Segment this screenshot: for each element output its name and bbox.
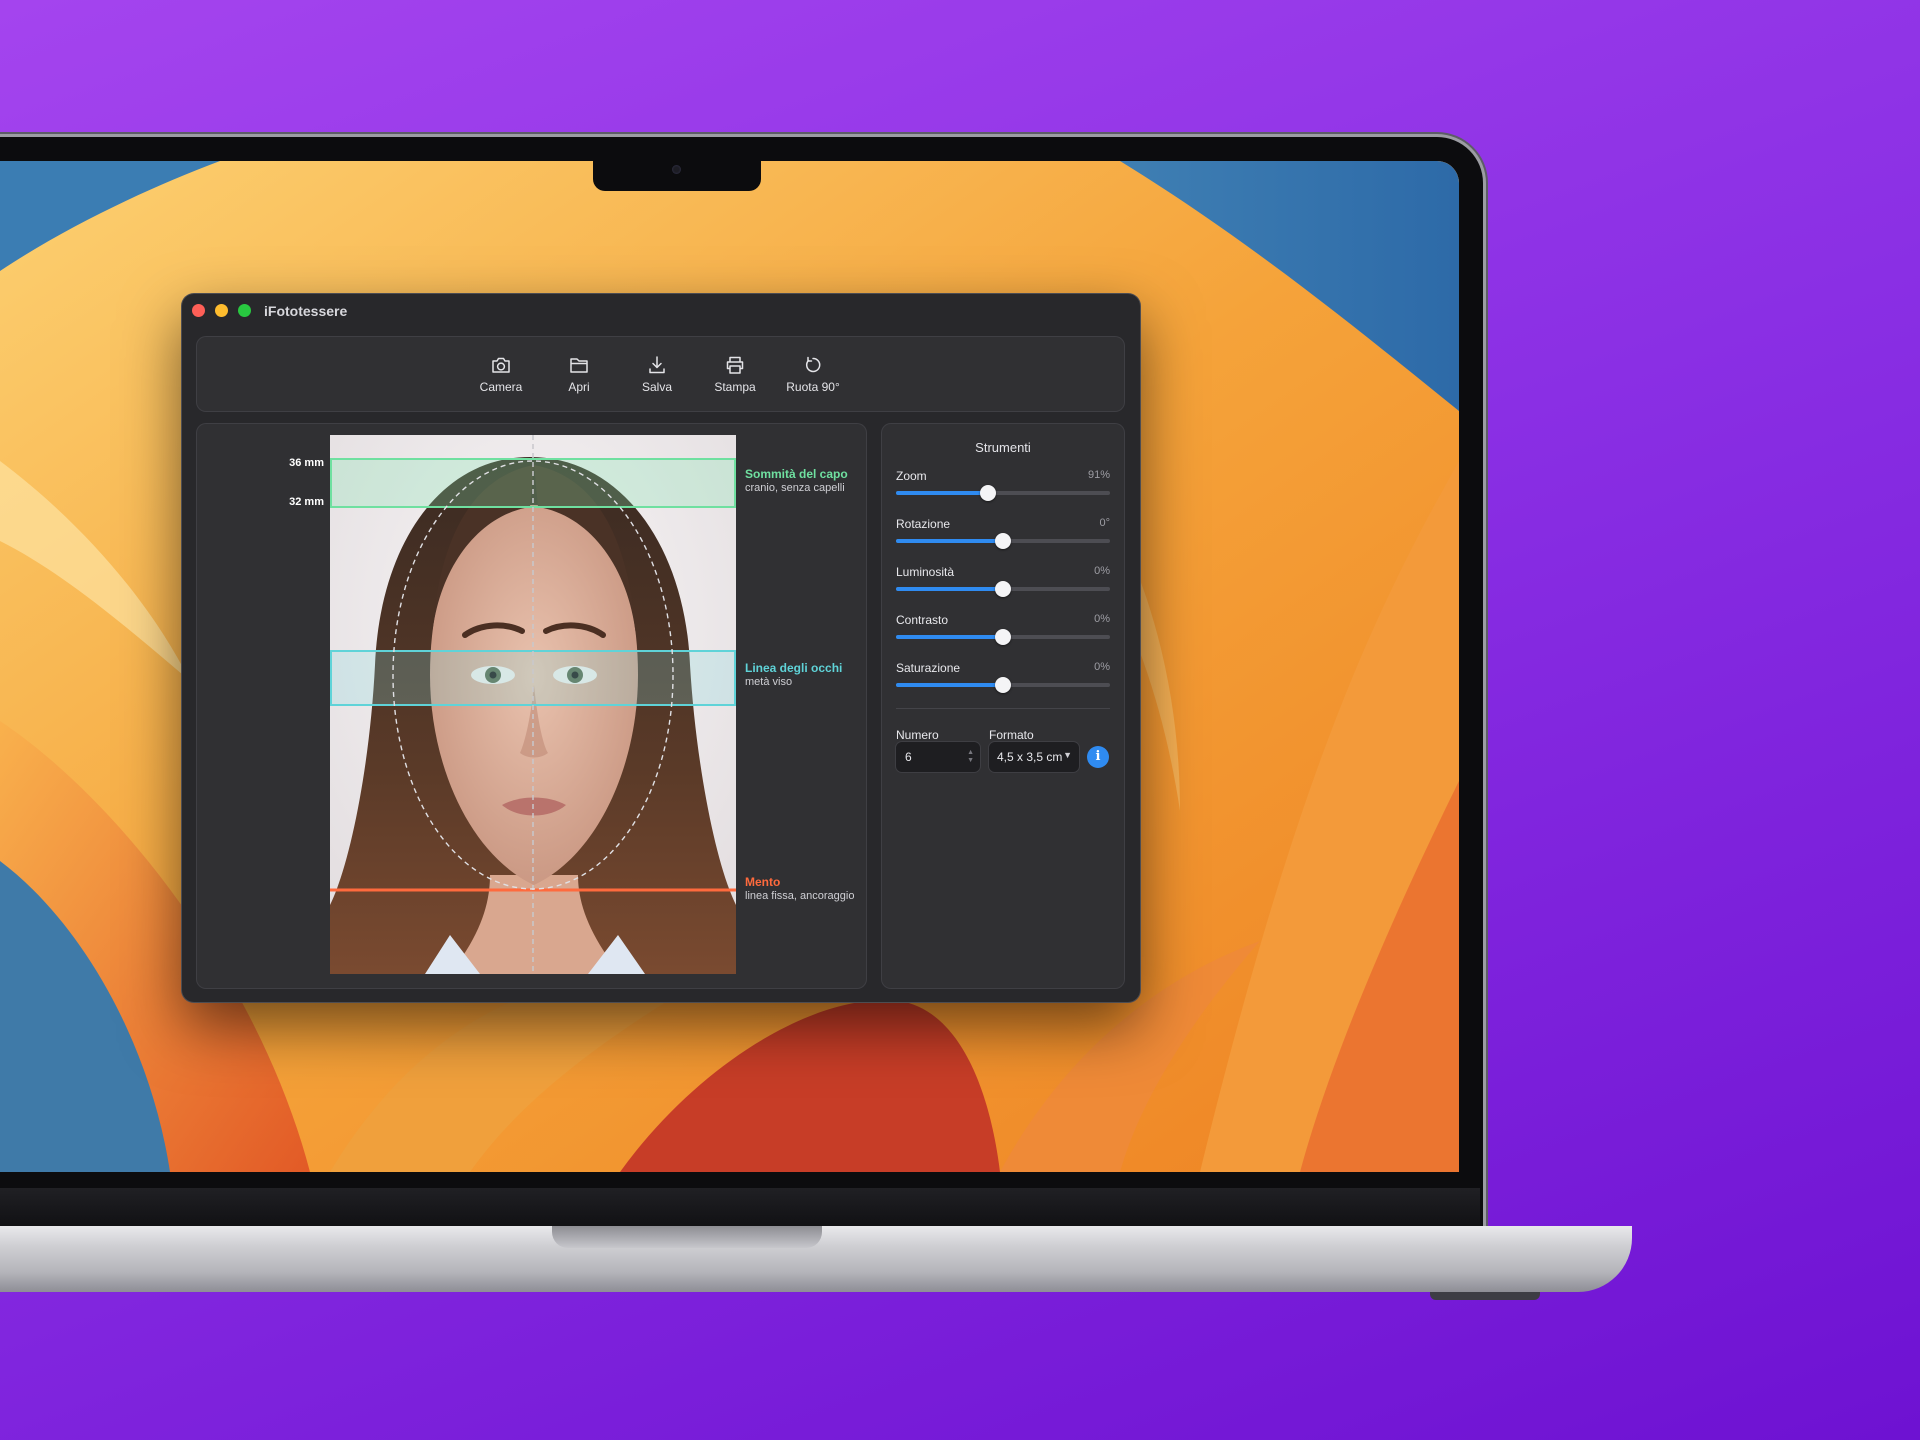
saturation-slider[interactable] [896, 677, 1110, 693]
head-top-guide-subtitle: cranio, senza capelli [745, 482, 845, 494]
open-button[interactable]: Apri [548, 355, 610, 403]
brightness-slider-row: Luminosità 0% [896, 565, 1110, 605]
brightness-slider-thumb[interactable] [995, 581, 1011, 597]
laptop-chin [0, 1188, 1480, 1226]
tools-title: Strumenti [975, 440, 1031, 455]
brightness-slider[interactable] [896, 581, 1110, 597]
zoom-slider-row: Zoom 91% [896, 469, 1110, 509]
print-button[interactable]: Stampa [704, 355, 766, 403]
eye-line-guide-subtitle: metà viso [745, 676, 793, 688]
zoom-slider-fill [896, 491, 989, 495]
zoom-slider[interactable] [896, 485, 1110, 501]
folder-icon [570, 358, 588, 373]
chevron-down-icon: ▼ [1063, 750, 1072, 760]
eye-line-guide-title: Linea degli occhi [745, 661, 843, 675]
rotation-slider-fill [896, 539, 1003, 543]
laptop-opening-notch [552, 1226, 822, 1248]
close-window-button[interactable] [192, 304, 205, 317]
toolbar: Camera Apri Salva Stampa Ruota 90° [197, 337, 1124, 411]
rotation-slider-thumb[interactable] [995, 533, 1011, 549]
save-button[interactable]: Salva [626, 355, 688, 403]
laptop-foot [1430, 1292, 1540, 1300]
measurement-overlay [330, 435, 736, 974]
rotation-slider[interactable] [896, 533, 1110, 549]
rotate-icon [805, 356, 821, 373]
saturation-slider-thumb[interactable] [995, 677, 1011, 693]
tools-panel: Strumenti Zoom 91% Rotazione 0° Luminosi… [882, 424, 1124, 988]
guides-svg [330, 435, 736, 974]
camera-icon [492, 357, 510, 373]
brightness-value: 0% [1094, 565, 1110, 577]
window-title: iFototessere [264, 303, 348, 319]
title-bar[interactable]: iFototessere [182, 294, 1140, 328]
zoom-window-button[interactable] [238, 304, 251, 317]
rotation-slider-row: Rotazione 0° [896, 517, 1110, 557]
saturation-slider-row: Saturazione 0% [896, 661, 1110, 701]
saturation-value: 0% [1094, 661, 1110, 673]
rotate-label: Ruota 90° [786, 380, 840, 394]
rotation-value: 0° [1099, 517, 1110, 529]
info-button[interactable]: i [1087, 746, 1109, 768]
download-icon [649, 356, 665, 374]
app-window: iFototessere Camera Apri Salva Stampa Ru… [182, 294, 1140, 1002]
format-label: Formato [989, 728, 1034, 742]
open-label: Apri [568, 380, 590, 394]
contrast-slider-fill [896, 635, 1003, 639]
zoom-slider-thumb[interactable] [980, 485, 997, 501]
copies-value: 6 [905, 750, 912, 764]
head-top-guide-title: Sommità del capo [745, 467, 848, 481]
format-value: 4,5 x 3,5 cm [997, 750, 1063, 764]
contrast-label: Contrasto [896, 613, 949, 627]
minimize-window-button[interactable] [215, 304, 228, 317]
zoom-label: Zoom [896, 469, 927, 483]
contrast-value: 0% [1094, 613, 1110, 625]
stepper-arrows-icon[interactable]: ▲ ▼ [967, 749, 974, 765]
print-label: Stampa [714, 380, 756, 394]
webcam [672, 165, 681, 174]
saturation-label: Saturazione [896, 661, 961, 675]
camera-button[interactable]: Camera [470, 355, 532, 403]
brightness-slider-fill [896, 587, 1003, 591]
measure-top-label: 36 mm [289, 457, 324, 469]
rotate-button[interactable]: Ruota 90° [782, 355, 844, 403]
rotation-label: Rotazione [896, 517, 951, 531]
save-label: Salva [641, 380, 673, 394]
tools-divider [896, 708, 1110, 709]
measure-bottom-label: 32 mm [289, 496, 324, 508]
contrast-slider[interactable] [896, 629, 1110, 645]
camera-label: Camera [479, 380, 523, 394]
contrast-slider-thumb[interactable] [995, 629, 1011, 645]
camera-notch [593, 161, 761, 191]
number-label: Numero [896, 728, 939, 742]
copies-stepper[interactable]: 6 ▲ ▼ [896, 742, 980, 772]
contrast-slider-row: Contrasto 0% [896, 613, 1110, 653]
chin-guide-title: Mento [745, 875, 781, 889]
saturation-slider-fill [896, 683, 1003, 687]
zoom-value: 91% [1087, 469, 1110, 481]
format-select[interactable]: 4,5 x 3,5 cm ▼ [989, 742, 1079, 772]
chin-guide-subtitle: linea fissa, ancoraggio [745, 890, 855, 902]
brightness-label: Luminosità [896, 565, 955, 579]
printer-icon [726, 356, 744, 374]
